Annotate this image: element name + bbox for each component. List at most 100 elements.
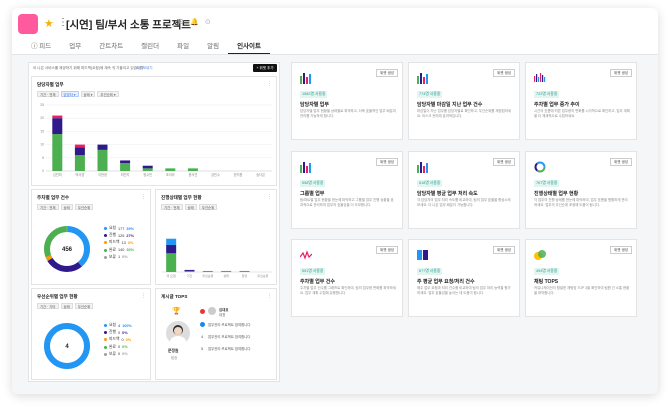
bar-segment[interactable] [97,144,108,150]
bar-segment[interactable] [120,163,131,171]
tab-item[interactable]: 간트차트 [90,42,132,54]
create-widget-button[interactable]: 위젯 생성 [376,69,398,77]
tops-item[interactable]: 업무관리 프로젝트 참여합니다 [208,334,250,339]
assignee-bar-chart: 0 5 10 15 20 25 김민희 박서영 이현정 최민지 정수빈 조아라 윤서연 강민수 한지원 송다은 [40,103,272,177]
tops-item[interactable]: 업무관리 프로젝트 참여합니다 [208,346,250,351]
filter-chip[interactable]: 기간 · 전체 [37,91,59,97]
filter-chip[interactable]: 기간 · 전체 [37,204,59,210]
bar-segment[interactable] [74,147,85,156]
filter-chip[interactable]: 상태 ▾ [80,91,96,97]
card-menu-icon[interactable]: ⋮ [141,194,146,200]
x-tick-label: 한지원 [234,172,243,177]
card-menu-icon[interactable]: ⋮ [267,293,272,299]
bar-segment[interactable] [142,165,153,169]
widget-template-card[interactable]: 위젯 생성 722명 사용중 주차별 업무 증가 추이 시간의 흐름에 따른 업무량의… [525,62,637,140]
tops-item[interactable]: 업무관리 프로젝트 참여합니다 [208,322,250,327]
wave-chart-icon [534,71,546,83]
bar-segment[interactable] [239,270,250,272]
tab-item[interactable]: 캘린더 [132,42,168,54]
rank-badge: 4 [201,334,204,339]
widget-template-card[interactable]: 위젯 생성 558명 사용중 그룹별 업무 팀/파트별 업무 현황을 한눈에 파악하고… [291,151,403,229]
tab-item[interactable]: 알림 [198,42,228,54]
bar-segment[interactable] [187,168,198,171]
create-widget-button[interactable]: 위젯 생성 [493,246,515,254]
tab-item[interactable]: 업무 [60,42,90,54]
usage-badge: 774명 사용중 [417,91,443,98]
priority-donut-card: 우선순위별 업무 현황 ⋮ 기간 · 기타 상태 우선순위 4 요청 4 100% 진… [31,288,151,380]
bar-segment[interactable] [184,270,195,272]
filter-chip[interactable]: 상태 [60,204,73,210]
bar-segment[interactable] [52,115,63,119]
legend-dot [104,234,107,238]
avatar[interactable] [166,321,190,345]
bar-segment[interactable] [142,168,153,171]
avatar[interactable] [208,307,216,315]
widget-name: 담당자별 업무 [300,102,329,108]
widget-template-card[interactable]: 위젯 생성 6??명 사용중 주 평균 업무 요청/처리 건수 매주 업무 요청과 처… [408,239,520,317]
bar-segment[interactable] [166,238,177,245]
donut-chart-icon [534,160,546,173]
widget-template-card[interactable]: 위젯 생성 618명 사용중 담당자별 평균 업무 처리 속도 각 담당자의 업무 처… [408,151,520,229]
widget-template-card[interactable]: 위젯 생성 494명 사용중 채팅 TOPS 커뮤니케이션이 활발한 채팅방 TOP … [525,239,637,317]
bar-segment[interactable] [166,244,177,254]
bar-segment[interactable] [97,149,108,171]
bar-segment[interactable] [221,270,232,272]
feedback-hint: 이 나은 서비스를 제공하기 위해 피드백(요청)에 계속 귀 기울이고 있습니… [33,66,144,70]
filter-chip[interactable]: 우선순위 [198,204,218,210]
tab-item[interactable]: 파일 [168,42,198,54]
card-menu-icon[interactable]: ⋮ [267,194,272,200]
project-icon[interactable] [18,14,38,34]
filter-chip[interactable]: 우선순위 [74,204,94,210]
create-widget-button[interactable]: 위젯 생성 [376,158,398,166]
bar-segment[interactable] [120,160,131,164]
title-action-icons[interactable]: ⚙ 🔔 ⊙ [178,18,213,26]
y-tick-label: 20 [40,116,44,120]
star-icon[interactable]: ★ [44,17,54,30]
create-widget-button[interactable]: 위젯 생성 [493,158,515,166]
filter-chip[interactable]: 담당자 ▾ [60,91,79,97]
create-widget-button[interactable]: 위젯 생성 [376,246,398,254]
widget-template-card[interactable]: 위젯 생성 1582명 사용중 담당자별 업무 담당자별 업무 현황을 상태별로 파악… [291,62,403,140]
card-menu-icon[interactable]: ⋮ [267,81,272,87]
legend-label: 진행 [109,330,116,335]
bar-segment[interactable] [184,269,195,271]
bar-segment[interactable] [165,168,176,171]
bar-segment[interactable] [202,270,213,272]
bar-segment[interactable] [74,155,85,171]
legend-percent: 30% [126,248,134,253]
bar-segment[interactable] [52,118,63,135]
legend-item: 요청 177 39% [104,226,134,231]
create-widget-button[interactable]: 위젯 생성 [610,158,632,166]
widget-template-card[interactable]: 위젯 생성 767명 사용중 진행상태별 업무 현황 각 업무의 진행 상태를 한눈에… [525,151,637,229]
add-widget-button[interactable]: + 위젯 추가 [253,64,277,72]
create-widget-button[interactable]: 위젯 생성 [610,69,632,77]
x-tick-label: 김민희 [53,172,62,177]
tab-item[interactable]: 인사이트 [228,42,270,54]
filter-chip[interactable]: 우선순위 [74,303,94,309]
legend-label: 진행 [109,233,116,238]
legend-count: 13 [121,240,126,245]
bar-segment[interactable] [74,144,85,148]
filter-chip[interactable]: 기간 · 기타 [37,303,59,309]
tab-item[interactable]: ⓘ 피드 [22,42,60,54]
filter-chip[interactable]: 기간 · 전체 [161,204,183,210]
filter-chip[interactable]: 상태 [60,303,73,309]
card-title: 담당자별 업무 [37,82,64,87]
create-widget-button[interactable]: 위젯 생성 [493,69,515,77]
feedback-link[interactable]: 의견보내기 [136,66,153,71]
widget-template-card[interactable]: 위젯 생성 774명 사용중 담당자별 마감일 지난 업무 건수 마감일이 지난 업무… [408,62,520,140]
bar-segment[interactable] [166,253,177,272]
usage-badge: 767명 사용중 [534,180,560,187]
x-tick-label: 기간 [187,273,193,278]
legend-dot [104,241,107,245]
legend-percent: 0% [122,330,128,335]
create-widget-button[interactable]: 위젯 생성 [610,246,632,254]
widget-name: 진행상태별 업무 현황 [534,191,579,197]
filter-chip[interactable]: 상태 [184,204,197,210]
widget-name: 주 평균 업무 요청/처리 건수 [417,279,475,285]
filter-chip[interactable]: 우선순위 ▾ [97,91,119,97]
widget-template-card[interactable]: 위젯 생성 551명 사용중 주차별 업무 건수 주차별 업무 건수를 그래프로 확인… [291,239,403,317]
card-menu-icon[interactable]: ⋮ [141,293,146,299]
bar-segment[interactable] [52,134,63,171]
tab-bar: ⓘ 피드 업무 간트차트 캘린더 파일 알림 인사이트 [22,42,270,54]
